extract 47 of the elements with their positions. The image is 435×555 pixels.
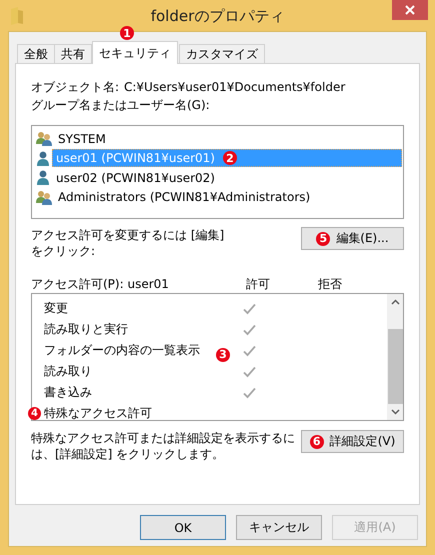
number-badge: 5 bbox=[316, 232, 330, 246]
number-badge: 4 bbox=[28, 407, 41, 420]
permission-name: 読み取り bbox=[44, 364, 92, 378]
number-badge: 3 bbox=[216, 348, 230, 362]
user-list-item[interactable]: user02 (PCWIN81¥user02) bbox=[52, 168, 219, 187]
advanced-button[interactable]: 6 詳細設定(V) bbox=[301, 430, 404, 453]
user-list-item[interactable]: user01 (PCWIN81¥user01) 2 bbox=[52, 149, 402, 168]
advanced-hint-text: 特殊なアクセス許可または詳細設定を表示するに は、[詳細設定] をクリックします。 bbox=[31, 430, 295, 462]
user-name: Administrators (PCWIN81¥Administrators) bbox=[58, 190, 310, 204]
user-icon bbox=[36, 150, 50, 166]
dialog-button[interactable]: キャンセル bbox=[236, 515, 322, 540]
tab[interactable]: カスタマイズ bbox=[179, 44, 265, 63]
edit-hint-text: アクセス許可を変更するには [編集] をクリック: bbox=[31, 227, 224, 260]
close-icon bbox=[405, 5, 415, 15]
permission-name: 特殊なアクセス許可 bbox=[44, 406, 152, 420]
scroll-down-icon[interactable] bbox=[390, 409, 400, 415]
user-icon bbox=[36, 170, 50, 186]
edit-button[interactable]: 5 編集(E)... bbox=[301, 227, 404, 250]
tab[interactable]: 共有 bbox=[54, 44, 92, 63]
permission-name: 変更 bbox=[44, 301, 68, 315]
object-path: C:¥Users¥user01¥Documents¥folder bbox=[124, 80, 346, 94]
number-badge: 6 bbox=[310, 434, 324, 448]
scrollbar[interactable] bbox=[387, 294, 403, 420]
window-title: folderのプロパティ bbox=[150, 6, 286, 26]
user-name: user01 (PCWIN81¥user01) bbox=[56, 151, 215, 166]
column-header: 許可 bbox=[246, 276, 270, 290]
field-label: オブジェクト名: bbox=[31, 78, 120, 96]
tab[interactable]: 全般 bbox=[17, 44, 55, 63]
permission-name: 書き込み bbox=[44, 385, 92, 399]
user-name: user02 (PCWIN81¥user02) bbox=[56, 170, 215, 185]
scroll-up-icon[interactable] bbox=[390, 299, 400, 305]
field-label: グループ名またはユーザー名(G): bbox=[31, 96, 210, 114]
user-list-item[interactable]: Administrators (PCWIN81¥Administrators) bbox=[54, 188, 314, 206]
number-badge: 1 bbox=[120, 26, 134, 40]
user-list-item[interactable]: SYSTEM bbox=[54, 130, 110, 148]
permission-name: フォルダーの内容の一覧表示 bbox=[44, 343, 200, 357]
user-group-icon bbox=[36, 190, 52, 205]
number-badge: 2 bbox=[222, 151, 237, 166]
permission-name: 読み取りと実行 bbox=[44, 322, 128, 336]
dialog-button[interactable]: OK bbox=[140, 515, 226, 540]
user-list[interactable]: SYSTEM user01 (PCWIN81¥user01) 2 user02 (PCWIN81¥user02) Administrators (PCWIN81¥Administrators) bbox=[31, 125, 404, 219]
column-header: 拒否 bbox=[318, 276, 342, 290]
permissions-label: アクセス許可(P): user01 bbox=[31, 276, 170, 292]
user-group-icon bbox=[36, 131, 52, 146]
folder-icon bbox=[10, 7, 24, 25]
user-name: SYSTEM bbox=[58, 132, 106, 146]
close-button[interactable] bbox=[392, 0, 428, 20]
